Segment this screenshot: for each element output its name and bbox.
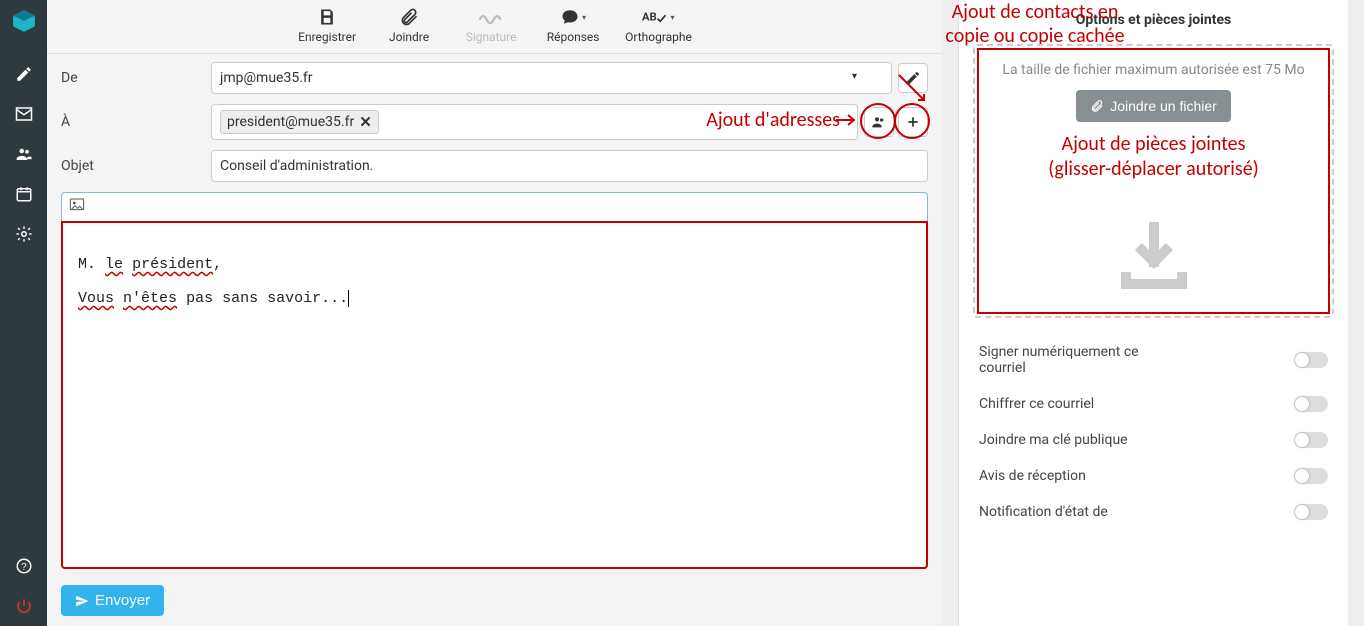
to-row: À president@mue35.fr ✕ bbox=[61, 104, 928, 140]
send-label: Envoyer bbox=[95, 592, 150, 609]
option-encrypt: Chiffrer ce courriel bbox=[979, 386, 1328, 422]
option-sign-toggle[interactable] bbox=[1294, 352, 1328, 368]
plus-icon bbox=[906, 115, 920, 129]
signature-icon bbox=[478, 6, 504, 28]
option-pubkey: Joindre ma clé publique bbox=[979, 422, 1328, 458]
attach-file-button[interactable]: Joindre un fichier bbox=[1076, 90, 1231, 122]
from-label: De bbox=[61, 70, 211, 86]
option-sign-label: Signer numériquement ce courriel bbox=[979, 344, 1179, 376]
to-field[interactable]: president@mue35.fr ✕ bbox=[211, 104, 858, 140]
signature-label: Signature bbox=[466, 30, 517, 44]
svg-text:?: ? bbox=[21, 562, 27, 573]
edit-from-button[interactable] bbox=[898, 63, 928, 93]
paperclip-icon bbox=[1090, 99, 1104, 113]
remove-recipient-icon[interactable]: ✕ bbox=[359, 113, 372, 131]
subject-value: Conseil d'administration. bbox=[220, 158, 373, 174]
recipient-chip-label: president@mue35.fr bbox=[227, 114, 354, 130]
recipient-chip[interactable]: president@mue35.fr ✕ bbox=[220, 110, 379, 134]
nav-compose-icon[interactable] bbox=[0, 54, 47, 94]
svg-text:AB: AB bbox=[642, 10, 657, 23]
annotation-attachments: Ajout de pièces jointes (glisser-déplace… bbox=[987, 132, 1320, 182]
save-button[interactable]: Enregistrer bbox=[297, 6, 357, 44]
right-panel-title: Options et pièces jointes bbox=[959, 0, 1348, 40]
subject-row: Objet Conseil d'administration. bbox=[61, 150, 928, 182]
main-scrollbar[interactable] bbox=[942, 0, 958, 626]
spellcheck-button[interactable]: AB▾ Orthographe bbox=[625, 6, 692, 44]
save-icon bbox=[316, 6, 338, 28]
options-list: Signer numériquement ce courriel Chiffre… bbox=[959, 326, 1348, 538]
signature-button[interactable]: Signature bbox=[461, 6, 521, 44]
option-receipt: Avis de réception bbox=[979, 458, 1328, 494]
app-logo bbox=[9, 6, 39, 36]
message-body[interactable]: M. le président, Vous n'êtes pas sans sa… bbox=[61, 221, 928, 569]
nav-calendar-icon[interactable] bbox=[0, 174, 47, 214]
save-label: Enregistrer bbox=[298, 30, 356, 44]
left-sidebar: ? bbox=[0, 0, 47, 626]
editor-toolbar bbox=[61, 192, 928, 221]
right-panel: Options et pièces jointes La taille de f… bbox=[958, 0, 1348, 626]
main-panel: Enregistrer Joindre Signature ▾ Réponses… bbox=[47, 0, 942, 626]
send-button[interactable]: Envoyer bbox=[61, 585, 164, 616]
responses-button[interactable]: ▾ Réponses bbox=[543, 6, 603, 44]
responses-icon: ▾ bbox=[560, 6, 586, 28]
attachment-dropzone[interactable]: La taille de fichier maximum autorisée e… bbox=[973, 44, 1334, 318]
option-dsn-toggle[interactable] bbox=[1294, 504, 1328, 520]
option-dsn: Notification d'état de bbox=[979, 494, 1328, 530]
from-field[interactable]: jmp@mue35.fr ▾ bbox=[211, 62, 892, 94]
nav-help-icon[interactable]: ? bbox=[0, 546, 47, 586]
subject-label: Objet bbox=[61, 158, 211, 174]
add-cc-button[interactable] bbox=[898, 107, 928, 137]
chevron-down-icon[interactable]: ▾ bbox=[852, 71, 857, 82]
attach-button[interactable]: Joindre bbox=[379, 6, 439, 44]
paperclip-icon bbox=[399, 6, 419, 28]
pencil-icon bbox=[905, 70, 921, 86]
download-icon bbox=[987, 222, 1320, 292]
nav-power-icon[interactable] bbox=[0, 586, 47, 626]
option-pubkey-label: Joindre ma clé publique bbox=[979, 432, 1128, 448]
send-icon bbox=[75, 594, 89, 608]
compose-area: De jmp@mue35.fr ▾ À president@mue35.fr ✕ bbox=[47, 54, 942, 577]
option-sign: Signer numériquement ce courriel bbox=[979, 334, 1328, 386]
spellcheck-label: Orthographe bbox=[625, 30, 692, 44]
option-encrypt-label: Chiffrer ce courriel bbox=[979, 396, 1094, 412]
attach-label: Joindre bbox=[389, 30, 429, 44]
dropzone-maxsize: La taille de fichier maximum autorisée e… bbox=[987, 62, 1320, 78]
spellcheck-icon: AB▾ bbox=[642, 6, 674, 28]
responses-label: Réponses bbox=[547, 30, 600, 44]
option-pubkey-toggle[interactable] bbox=[1294, 432, 1328, 448]
option-encrypt-toggle[interactable] bbox=[1294, 396, 1328, 412]
from-row: De jmp@mue35.fr ▾ bbox=[61, 62, 928, 94]
subject-field[interactable]: Conseil d'administration. bbox=[211, 150, 928, 182]
right-scrollbar[interactable] bbox=[1348, 0, 1364, 626]
from-value: jmp@mue35.fr bbox=[220, 70, 313, 86]
contacts-icon bbox=[870, 114, 888, 130]
nav-mail-icon[interactable] bbox=[0, 94, 47, 134]
option-dsn-label: Notification d'état de bbox=[979, 504, 1108, 520]
option-receipt-toggle[interactable] bbox=[1294, 468, 1328, 484]
option-receipt-label: Avis de réception bbox=[979, 468, 1086, 484]
to-label: À bbox=[61, 114, 211, 130]
nav-settings-icon[interactable] bbox=[0, 214, 47, 254]
insert-image-icon[interactable] bbox=[68, 197, 86, 217]
add-contact-button[interactable] bbox=[864, 107, 894, 137]
nav-contacts-icon[interactable] bbox=[0, 134, 47, 174]
send-row: Envoyer bbox=[47, 577, 942, 626]
compose-toolbar: Enregistrer Joindre Signature ▾ Réponses… bbox=[47, 0, 942, 54]
attach-file-label: Joindre un fichier bbox=[1110, 98, 1217, 114]
